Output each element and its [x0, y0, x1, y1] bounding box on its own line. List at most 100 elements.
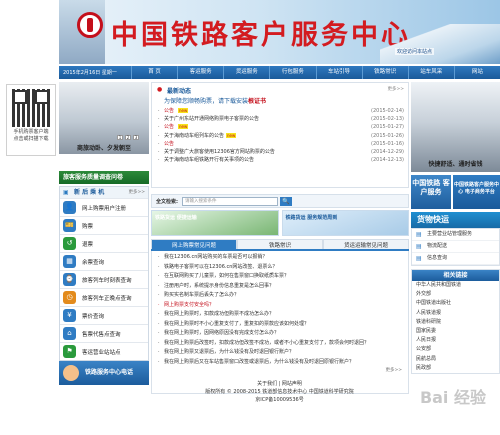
footer: 关于我们 | 网站声明 版权所有 © 2008-2015 铁道部信息技术中心 中… — [59, 380, 500, 435]
guide-item-refund[interactable]: ↺ 退票 — [60, 234, 148, 252]
qr-download-box[interactable]: 手机购票客户端 点击或扫描下载 — [6, 84, 56, 156]
faq-item[interactable]: 我在网上购票时，因网络原因没有完成支付怎么办？ — [158, 329, 402, 339]
guide-item-station[interactable]: ⚑ 客运营业站站点 — [60, 342, 148, 360]
news-item-date: (2014-12-13) — [371, 157, 404, 164]
express-header[interactable]: 货物快运 — [411, 212, 500, 228]
faq-item[interactable]: 我在网上购票时，扣款成功但购票不成功怎么办？ — [158, 310, 402, 320]
qr-code-image[interactable] — [12, 89, 50, 127]
news-item[interactable]: 关于调整广大旅客使用12306官方网站购票的公告 (2014-12-29) — [156, 148, 404, 156]
faq-more-link[interactable]: 更多>> — [158, 367, 402, 373]
right-column: 快捷舒适、通时省钱 中国铁路 客户服务 中国铁路客户服务中心 电子商务平台 货物… — [411, 82, 500, 375]
survey-link[interactable]: 旅客服务质量调查问卷 — [59, 171, 149, 184]
service-link[interactable]: 主要营业站管理服务 — [412, 229, 499, 241]
service-link[interactable]: 信息查询 — [412, 253, 499, 265]
related-link[interactable]: 人民铁道报 — [412, 309, 499, 318]
nav-item-passenger[interactable]: 客运服务 — [177, 66, 223, 79]
announcement-tag: 公告 — [164, 124, 175, 131]
ad-customer-service[interactable]: 中国铁路 客户服务 — [411, 175, 451, 209]
guide-item-remaining[interactable]: ▦ 余票查询 — [60, 252, 148, 270]
news-item[interactable]: 关于海南动车组列车的公告new (2015-01-26) — [156, 132, 404, 140]
page: 中国铁路客户服务中心 欢迎访问本站点 2015年2月16日 星期一 首 页 客运… — [59, 0, 500, 435]
faq-item[interactable]: 我在网上购票时不小心重复支付了，重复扣的票款应该如何处理？ — [158, 320, 402, 330]
ad-ecommerce[interactable]: 中国铁路客户服务中心 电子商务平台 — [453, 175, 500, 209]
slide-page-3[interactable]: 3 — [133, 135, 139, 140]
nav-item-station-style[interactable]: 站车风采 — [407, 66, 454, 79]
news-item[interactable]: 关于广州东站开通网络购票电子客票的公告 (2015-02-13) — [156, 115, 404, 123]
faq-item[interactable]: 注册用户时，系统提示身份信息重复是怎么回事？ — [158, 282, 402, 292]
guide-item-timetable[interactable]: ⌚ 旅客列车时刻表查询 — [60, 270, 148, 288]
news-more-link[interactable]: 更多>> — [387, 86, 404, 92]
clock-icon: ◷ — [63, 291, 76, 304]
tab-freight-faq[interactable]: 货运运输常见问题 — [323, 239, 409, 249]
related-link[interactable]: 铁道科研院 — [412, 318, 499, 327]
news-item-date: (2015-01-16) — [371, 140, 404, 147]
faq-item[interactable]: 购买实名制车票后丢失了怎么办？ — [158, 291, 402, 301]
guide-item-label: 客运营业站站点 — [82, 349, 121, 356]
related-link[interactable]: 外交部 — [412, 290, 499, 299]
faq-item[interactable]: 我在网上购票后改签时，扣款成功但改签不成功，或者不小心重复支付了，款项会何时退回… — [158, 339, 402, 349]
cert-notice-text: 为保障您顺畅购票，请下载安装 — [164, 98, 249, 105]
promo-banner-service[interactable]: 铁路货运 服务规范周到 — [281, 210, 409, 236]
nav-item-station-guide[interactable]: 车站引导 — [315, 66, 362, 79]
slideshow-right[interactable]: 快捷舒适、通时省钱 — [411, 82, 500, 172]
nav-item-home[interactable]: 首 页 — [131, 66, 177, 79]
station-icon: ⚑ — [63, 345, 76, 358]
railway-logo-icon[interactable] — [77, 12, 103, 38]
news-item-date: (2014-12-29) — [371, 149, 404, 156]
related-link[interactable]: 中国铁道出版社 — [412, 299, 499, 308]
service-guide: 新 后 乘 机 更多>> 👤 网上购票用户注册 🎫 购票 ↺ 退票 ▦ 余票查询 ⌚ 旅客… — [59, 186, 149, 361]
related-links-title: 相关链接 — [412, 270, 499, 281]
left-column: 1 2 3 商旅动卧、夕发朝至 旅客服务质量调查问卷 新 后 乘 机 更多>> … — [59, 82, 149, 385]
related-link[interactable]: 民航总局 — [412, 355, 499, 364]
refund-icon: ↺ — [63, 237, 76, 250]
slide-page-1[interactable]: 1 — [117, 135, 123, 140]
guide-item-buy[interactable]: 🎫 购票 — [60, 216, 148, 234]
faq-item-highlight[interactable]: 网上购票支付安全吗？ — [158, 301, 402, 311]
guide-item-register[interactable]: 👤 网上购票用户注册 — [60, 198, 148, 216]
nav-item-freight[interactable]: 货运服务 — [223, 66, 269, 79]
current-date: 2015年2月16日 星期一 — [63, 70, 117, 76]
nav-item-railway-knowledge[interactable]: 铁路常识 — [361, 66, 408, 79]
guide-item-delay[interactable]: ◷ 旅客列车正晚点查询 — [60, 288, 148, 306]
faq-item[interactable]: 我在网上购票后又在车站售票窗口改签或退票后，为什么钱没有及时退回原银行账户？ — [158, 358, 402, 368]
news-item[interactable]: 关于海南动车组铁路开行有关事项的公告 (2014-12-13) — [156, 156, 404, 164]
news-item-date: (2015-02-13) — [371, 116, 404, 123]
tab-ticket-faq[interactable]: 网上购票常见问题 — [151, 239, 237, 249]
banner-hint-link[interactable]: 欢迎访问本站点 — [395, 48, 435, 55]
watermark: Bai 经验 — [419, 388, 486, 407]
search-label: 全文检索: — [156, 198, 178, 205]
tab-railway-knowledge[interactable]: 铁路常识 — [237, 239, 323, 249]
service-link[interactable]: 物流配送 — [412, 241, 499, 253]
guide-item-label: 购票 — [82, 223, 94, 230]
cert-download-link[interactable]: 根证书 — [248, 98, 266, 105]
search-icon[interactable]: 🔍 — [280, 196, 292, 206]
faq-item[interactable]: 我在12306.cn网站购买的车票是否可以报销？ — [158, 253, 402, 263]
footer-links[interactable]: 关于我们 | 网站声明 — [59, 380, 500, 388]
slideshow-caption: 商旅动卧、夕发朝至 — [76, 145, 131, 152]
related-link[interactable]: 民政部 — [412, 364, 499, 373]
news-item[interactable]: 公告 (2015-01-16) — [156, 140, 404, 148]
fulltext-search: 全文检索: 请输入搜索条件 🔍 — [151, 194, 409, 208]
guide-item-label: 余票查询 — [82, 259, 105, 266]
faq-item[interactable]: 在互联网购买了儿童票，如何在售票窗口换取纸质车票？ — [158, 272, 402, 282]
related-link[interactable]: 国家民委 — [412, 327, 499, 336]
promo-banner-freight[interactable]: 铁路货运 便捷运输 — [151, 210, 279, 236]
service-guide-more-link[interactable]: 更多>> — [128, 187, 145, 198]
news-item-date: (2015-02-14) — [371, 108, 404, 114]
news-item[interactable]: 公告new (2015-02-14) — [156, 107, 404, 115]
guide-item-fare[interactable]: ¥ 票价查询 — [60, 306, 148, 324]
news-header: 最新动态 更多>> — [156, 86, 404, 95]
related-link[interactable]: 人民日报 — [412, 336, 499, 345]
faq-item[interactable]: 我在网上购票又退票后，为什么钱没有及时退回银行账户？ — [158, 348, 402, 358]
faq-item[interactable]: 铁路电子客票可以在12306.cn网站改签、退票么？ — [158, 263, 402, 273]
related-link[interactable]: 公安部 — [412, 345, 499, 354]
guide-item-agency[interactable]: ⌂ 售票代售点查询 — [60, 324, 148, 342]
nav-item-site[interactable]: 网站 — [453, 66, 500, 79]
news-item[interactable]: 公告new (2015-01-27) — [156, 123, 404, 131]
guide-item-label: 旅客列车正晚点查询 — [82, 295, 132, 302]
slide-page-2[interactable]: 2 — [125, 135, 131, 140]
nav-item-baggage[interactable]: 行包服务 — [269, 66, 315, 79]
slideshow-left[interactable]: 1 2 3 商旅动卧、夕发朝至 — [59, 82, 149, 154]
related-link[interactable]: 中华人民共和国铁道 — [412, 281, 499, 290]
search-input[interactable]: 请输入搜索条件 — [182, 196, 278, 206]
